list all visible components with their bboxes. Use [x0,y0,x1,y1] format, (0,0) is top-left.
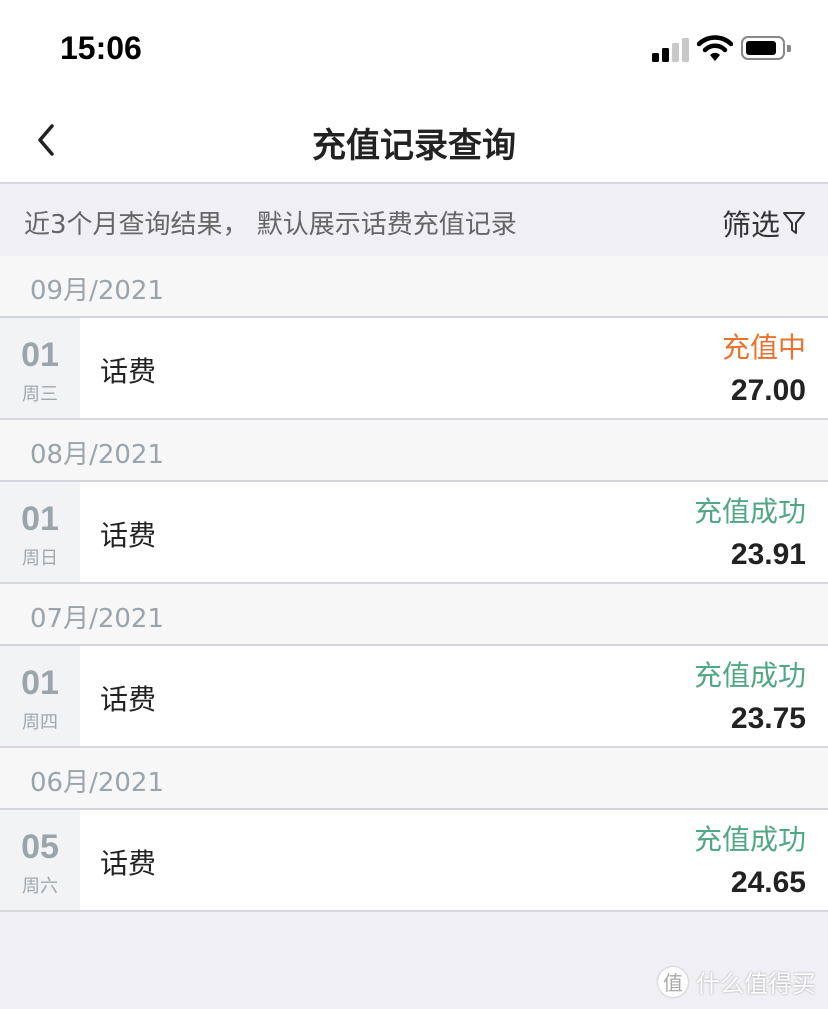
record-row[interactable]: 01 周三 话费 充值中 27.00 [0,318,828,420]
record-weekday: 周三 [22,384,58,405]
filter-button[interactable]: 筛选 [722,202,806,244]
record-name: 话费 [100,847,157,880]
month-label: 09月/2021 [30,276,165,306]
month-header: 09月/2021 [0,256,828,318]
date-column: 01 周三 [0,318,80,418]
query-summary: 近3个月查询结果， 默认展示话费充值记录 [24,210,517,240]
wifi-icon [697,35,733,61]
status-bar: 15:06 [0,0,828,100]
page-title: 充值记录查询 [312,126,516,166]
month-label: 06月/2021 [30,768,165,798]
record-row[interactable]: 01 周四 话费 充值成功 23.75 [0,646,828,748]
record-weekday: 周六 [22,876,58,897]
cellular-signal-icon [652,38,692,62]
record-weekday: 周日 [22,548,58,569]
record-name: 话费 [100,519,157,552]
record-amount: 24.65 [730,866,806,899]
month-header: 07月/2021 [0,584,828,646]
record-status: 充值成功 [693,659,806,692]
record-amount: 27.00 [730,374,806,407]
month-label: 07月/2021 [30,604,165,634]
record-day: 05 [21,828,59,866]
month-header: 08月/2021 [0,420,828,482]
record-name: 话费 [100,683,157,716]
record-amount: 23.91 [730,538,806,571]
record-amount: 23.75 [730,702,806,735]
filter-bar: 近3个月查询结果， 默认展示话费充值记录 筛选 [0,184,828,256]
status-time: 15:06 [60,30,142,66]
record-status: 充值中 [721,331,806,364]
date-column: 05 周六 [0,810,80,910]
record-status: 充值成功 [693,495,806,528]
watermark-logo-icon: 值 [658,966,688,997]
record-day: 01 [21,500,59,538]
month-header: 06月/2021 [0,748,828,810]
record-weekday: 周四 [22,712,58,733]
record-row[interactable]: 05 周六 话费 充值成功 24.65 [0,810,828,912]
record-status: 充值成功 [693,823,806,856]
filter-funnel-icon [783,212,805,234]
record-day: 01 [21,336,59,374]
navigation-bar: 充值记录查询 [0,100,828,184]
watermark: 值 什么值得买 [658,964,816,999]
filter-label: 筛选 [721,208,780,242]
battery-icon [741,36,791,60]
date-column: 01 周四 [0,646,80,746]
record-row[interactable]: 01 周日 话费 充值成功 23.91 [0,482,828,584]
month-label: 08月/2021 [30,440,165,470]
date-column: 01 周日 [0,482,80,582]
record-name: 话费 [100,355,157,388]
record-day: 01 [21,664,59,702]
watermark-text: 什么值得买 [696,970,816,998]
